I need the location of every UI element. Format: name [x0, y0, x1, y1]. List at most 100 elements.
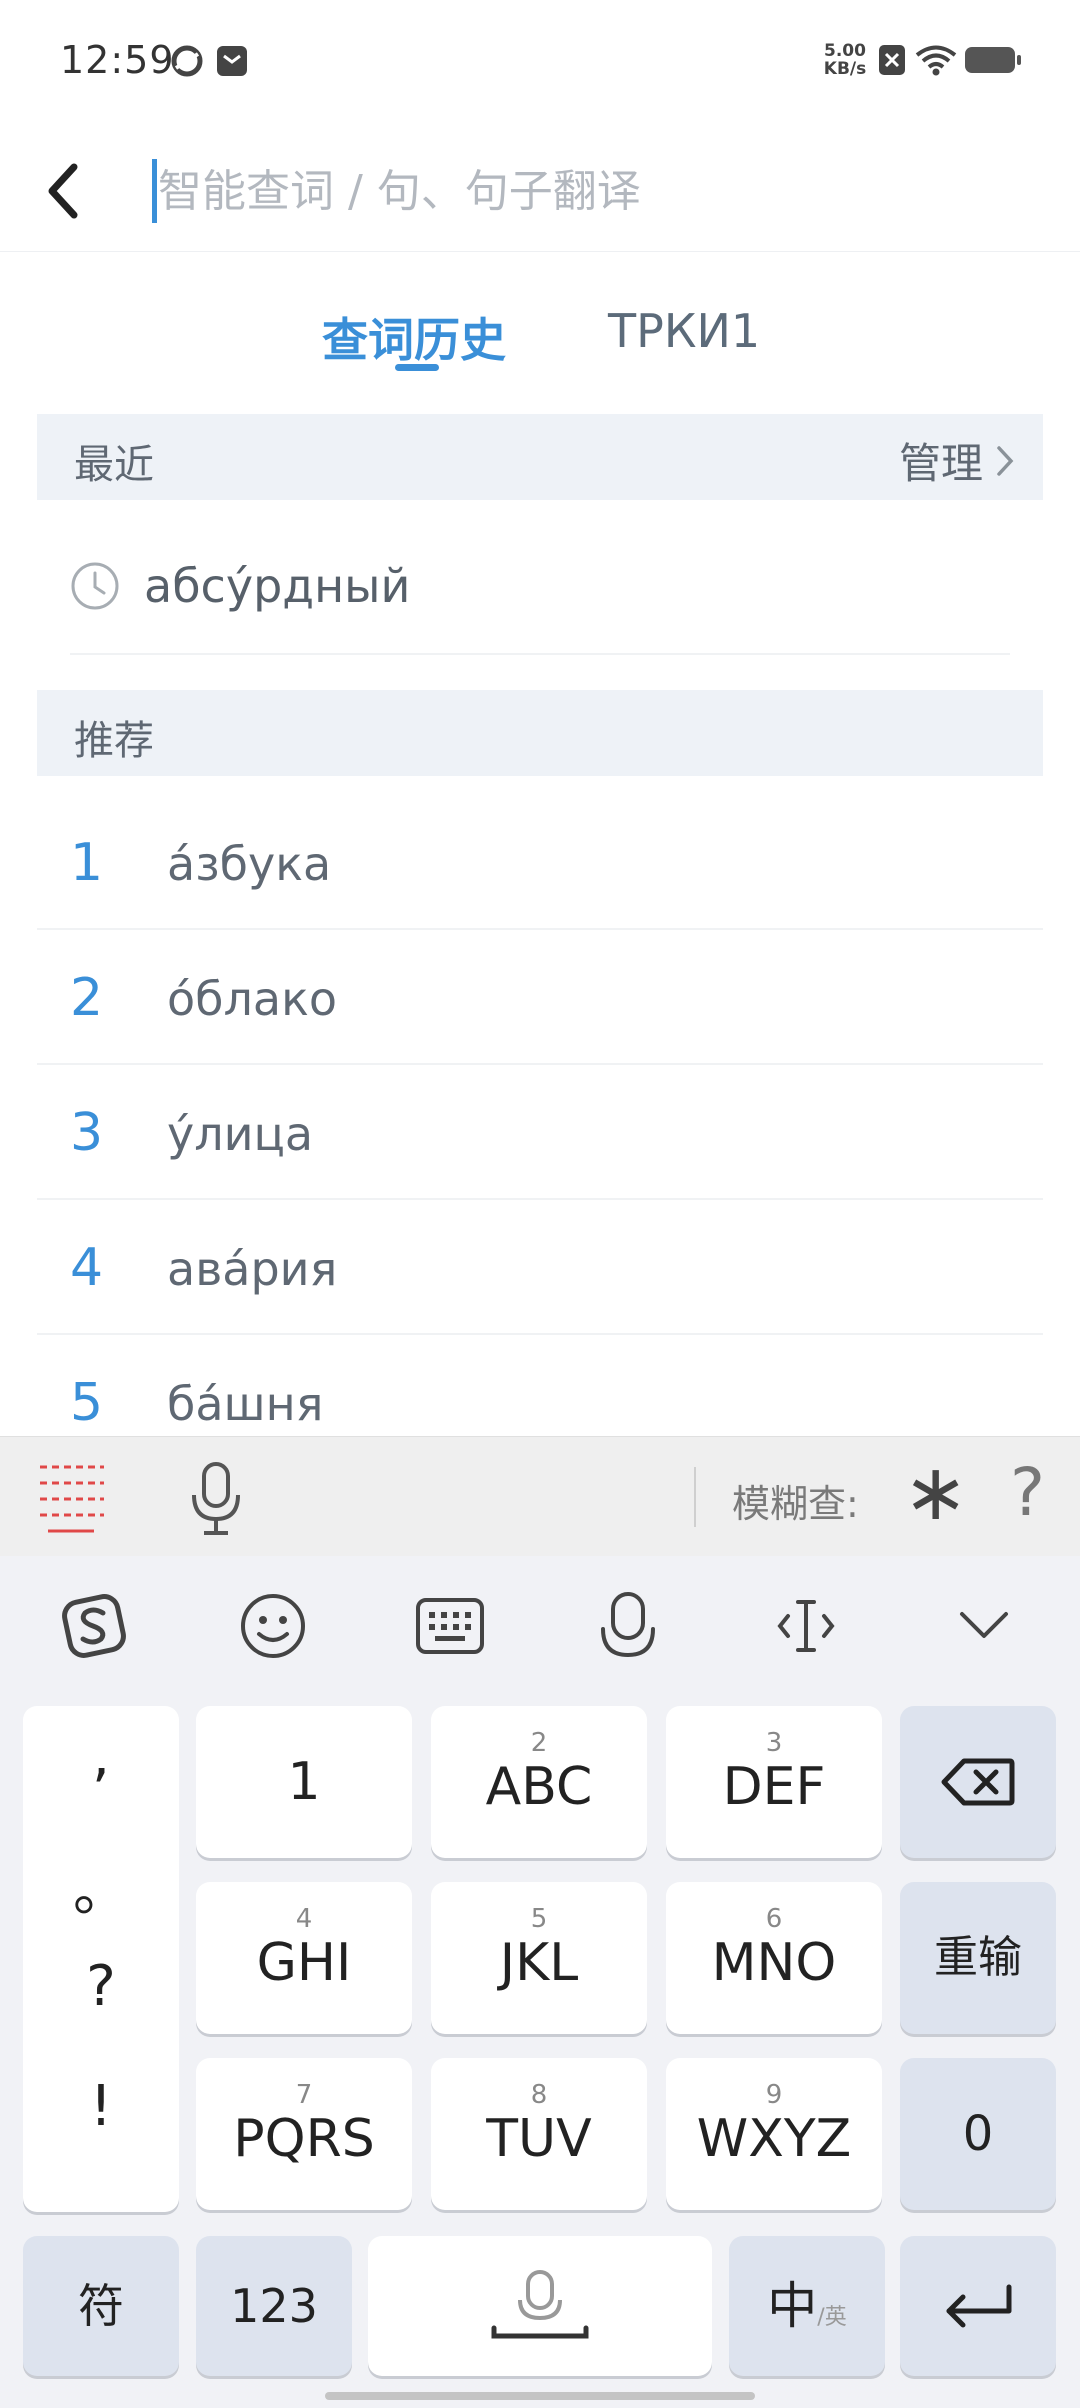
key-number-label: 2	[530, 1728, 548, 1758]
key-main-label: JKL	[499, 1933, 579, 1993]
clock-icon	[71, 562, 119, 610]
number-mode-label: 123	[230, 2279, 318, 2333]
dictionary-input-toolbar: 模糊查: ∗ ?	[0, 1436, 1080, 1556]
recommended-item[interactable]: 3 у́лица	[37, 1065, 1043, 1200]
recent-section-header: 最近 管理	[37, 414, 1043, 500]
emoji-button[interactable]	[233, 1586, 313, 1666]
language-switch-key[interactable]: 中 /英	[729, 2236, 885, 2376]
item-word: а́збука	[167, 837, 332, 891]
item-word: ава́рия	[167, 1242, 338, 1296]
backspace-key[interactable]	[900, 1706, 1056, 1858]
key-8-tuv[interactable]: 8 TUV	[431, 2058, 647, 2210]
language-sub-label: /英	[817, 2305, 847, 2330]
hide-keyboard-button[interactable]	[944, 1586, 1024, 1666]
enter-key[interactable]	[900, 2236, 1056, 2376]
recommended-item[interactable]: 1 а́збука	[37, 795, 1043, 930]
enter-icon	[946, 2284, 1012, 2328]
item-number: 4	[70, 1238, 104, 1298]
no-sim-icon	[879, 45, 905, 75]
key-main-label: DEF	[722, 1757, 826, 1817]
reinput-key[interactable]: 重输	[900, 1882, 1056, 2034]
sogou-logo-button[interactable]	[54, 1586, 134, 1666]
microphone-icon	[601, 1592, 655, 1658]
recommended-item[interactable]: 4 ава́рия	[37, 1200, 1043, 1335]
item-number: 3	[70, 1103, 104, 1163]
toolbar-divider	[694, 1467, 696, 1527]
key-5-jkl[interactable]: 5 JKL	[431, 1882, 647, 2034]
key-number-label: 5	[530, 1904, 548, 1934]
number-mode-key[interactable]: 123	[196, 2236, 352, 2376]
network-speed: 5.00 KB/s	[820, 42, 870, 78]
wildcard-question-button[interactable]: ?	[1010, 1453, 1045, 1533]
text-cursor-icon	[777, 1600, 835, 1652]
keyboard-voice-button[interactable]	[588, 1586, 668, 1666]
item-number: 1	[70, 833, 104, 893]
key-6-mno[interactable]: 6 MNO	[666, 1882, 882, 2034]
key-main-label: MNO	[711, 1933, 837, 1993]
comma-key[interactable]: ,	[23, 1724, 179, 1789]
key-4-ghi[interactable]: 4 GHI	[196, 1882, 412, 2034]
space-microphone-icon	[491, 2270, 589, 2339]
recommended-section-header: 推荐	[37, 690, 1043, 776]
tab-bar: 查词历史 ТРКИ1	[0, 290, 1080, 380]
key-number-label: 9	[765, 2080, 783, 2110]
fuzzy-search-label: 模糊查:	[732, 1482, 859, 1526]
reinput-label: 重输	[934, 1932, 1022, 1983]
text-cursor	[152, 159, 157, 223]
key-main-label: 1	[287, 1752, 321, 1812]
recent-title: 最近	[74, 442, 154, 488]
recommended-title: 推荐	[74, 718, 154, 764]
keyboard-icon	[416, 1598, 484, 1654]
back-arrow-icon[interactable]	[40, 155, 90, 225]
key-main-label: PQRS	[233, 2109, 375, 2169]
key-zero-label: 0	[962, 2106, 994, 2162]
key-number-label: 6	[765, 1904, 783, 1934]
item-number: 5	[70, 1373, 104, 1433]
manage-label: 管理	[898, 439, 983, 488]
search-input[interactable]	[158, 153, 978, 229]
key-number-label: 4	[295, 1904, 313, 1934]
key-number-label: 7	[295, 2080, 313, 2110]
chevron-down-icon	[960, 1612, 1008, 1638]
message-notification-icon	[217, 46, 247, 76]
backspace-icon	[941, 1758, 1015, 1806]
period-key[interactable]: 。	[23, 1846, 179, 1927]
key-main-label: TUV	[486, 2109, 592, 2169]
handwriting-lines-icon[interactable]	[38, 1459, 106, 1535]
item-word: о́блако	[167, 972, 338, 1026]
network-speed-value: 5.00	[824, 41, 866, 61]
exclamation-key[interactable]: !	[23, 2074, 179, 2139]
space-key[interactable]	[368, 2236, 712, 2376]
emoji-icon	[241, 1594, 305, 1658]
key-main-label: ABC	[485, 1757, 593, 1817]
key-number-label: 3	[765, 1728, 783, 1758]
voice-input-icon[interactable]	[188, 1461, 244, 1537]
key-3-def[interactable]: 3 DEF	[666, 1706, 882, 1858]
symbol-key[interactable]: 符	[23, 2236, 179, 2376]
key-main-label: WXYZ	[696, 2109, 852, 2169]
key-0[interactable]: 0	[900, 2058, 1056, 2210]
app-notification-icon	[171, 45, 203, 77]
question-key[interactable]: ?	[23, 1954, 179, 2019]
symbol-label: 符	[78, 2279, 124, 2333]
recommended-item[interactable]: 2 о́блако	[37, 930, 1043, 1065]
keyboard-switch-button[interactable]	[410, 1586, 490, 1666]
wildcard-star-button[interactable]: ∗	[903, 1453, 968, 1533]
key-9-wxyz[interactable]: 9 WXYZ	[666, 2058, 882, 2210]
active-tab-indicator	[395, 364, 439, 371]
key-main-label: GHI	[256, 1933, 352, 1993]
manage-button[interactable]: 管理	[899, 430, 1015, 491]
tab-search-history[interactable]: 查词历史	[322, 304, 506, 370]
item-word: ба́шня	[167, 1377, 324, 1431]
recent-history-item[interactable]: абсу́рдный	[70, 545, 1010, 655]
home-indicator[interactable]	[325, 2392, 755, 2400]
tab-trki1[interactable]: ТРКИ1	[608, 304, 760, 358]
cursor-move-button[interactable]	[766, 1586, 846, 1666]
recent-word: абсу́рдный	[144, 559, 411, 613]
key-2-abc[interactable]: 2 ABC	[431, 1706, 647, 1858]
item-number: 2	[70, 968, 104, 1028]
key-1[interactable]: 1	[196, 1706, 412, 1858]
item-word: у́лица	[167, 1107, 314, 1161]
key-7-pqrs[interactable]: 7 PQRS	[196, 2058, 412, 2210]
punctuation-column[interactable]: , 。 ? !	[23, 1706, 179, 2212]
